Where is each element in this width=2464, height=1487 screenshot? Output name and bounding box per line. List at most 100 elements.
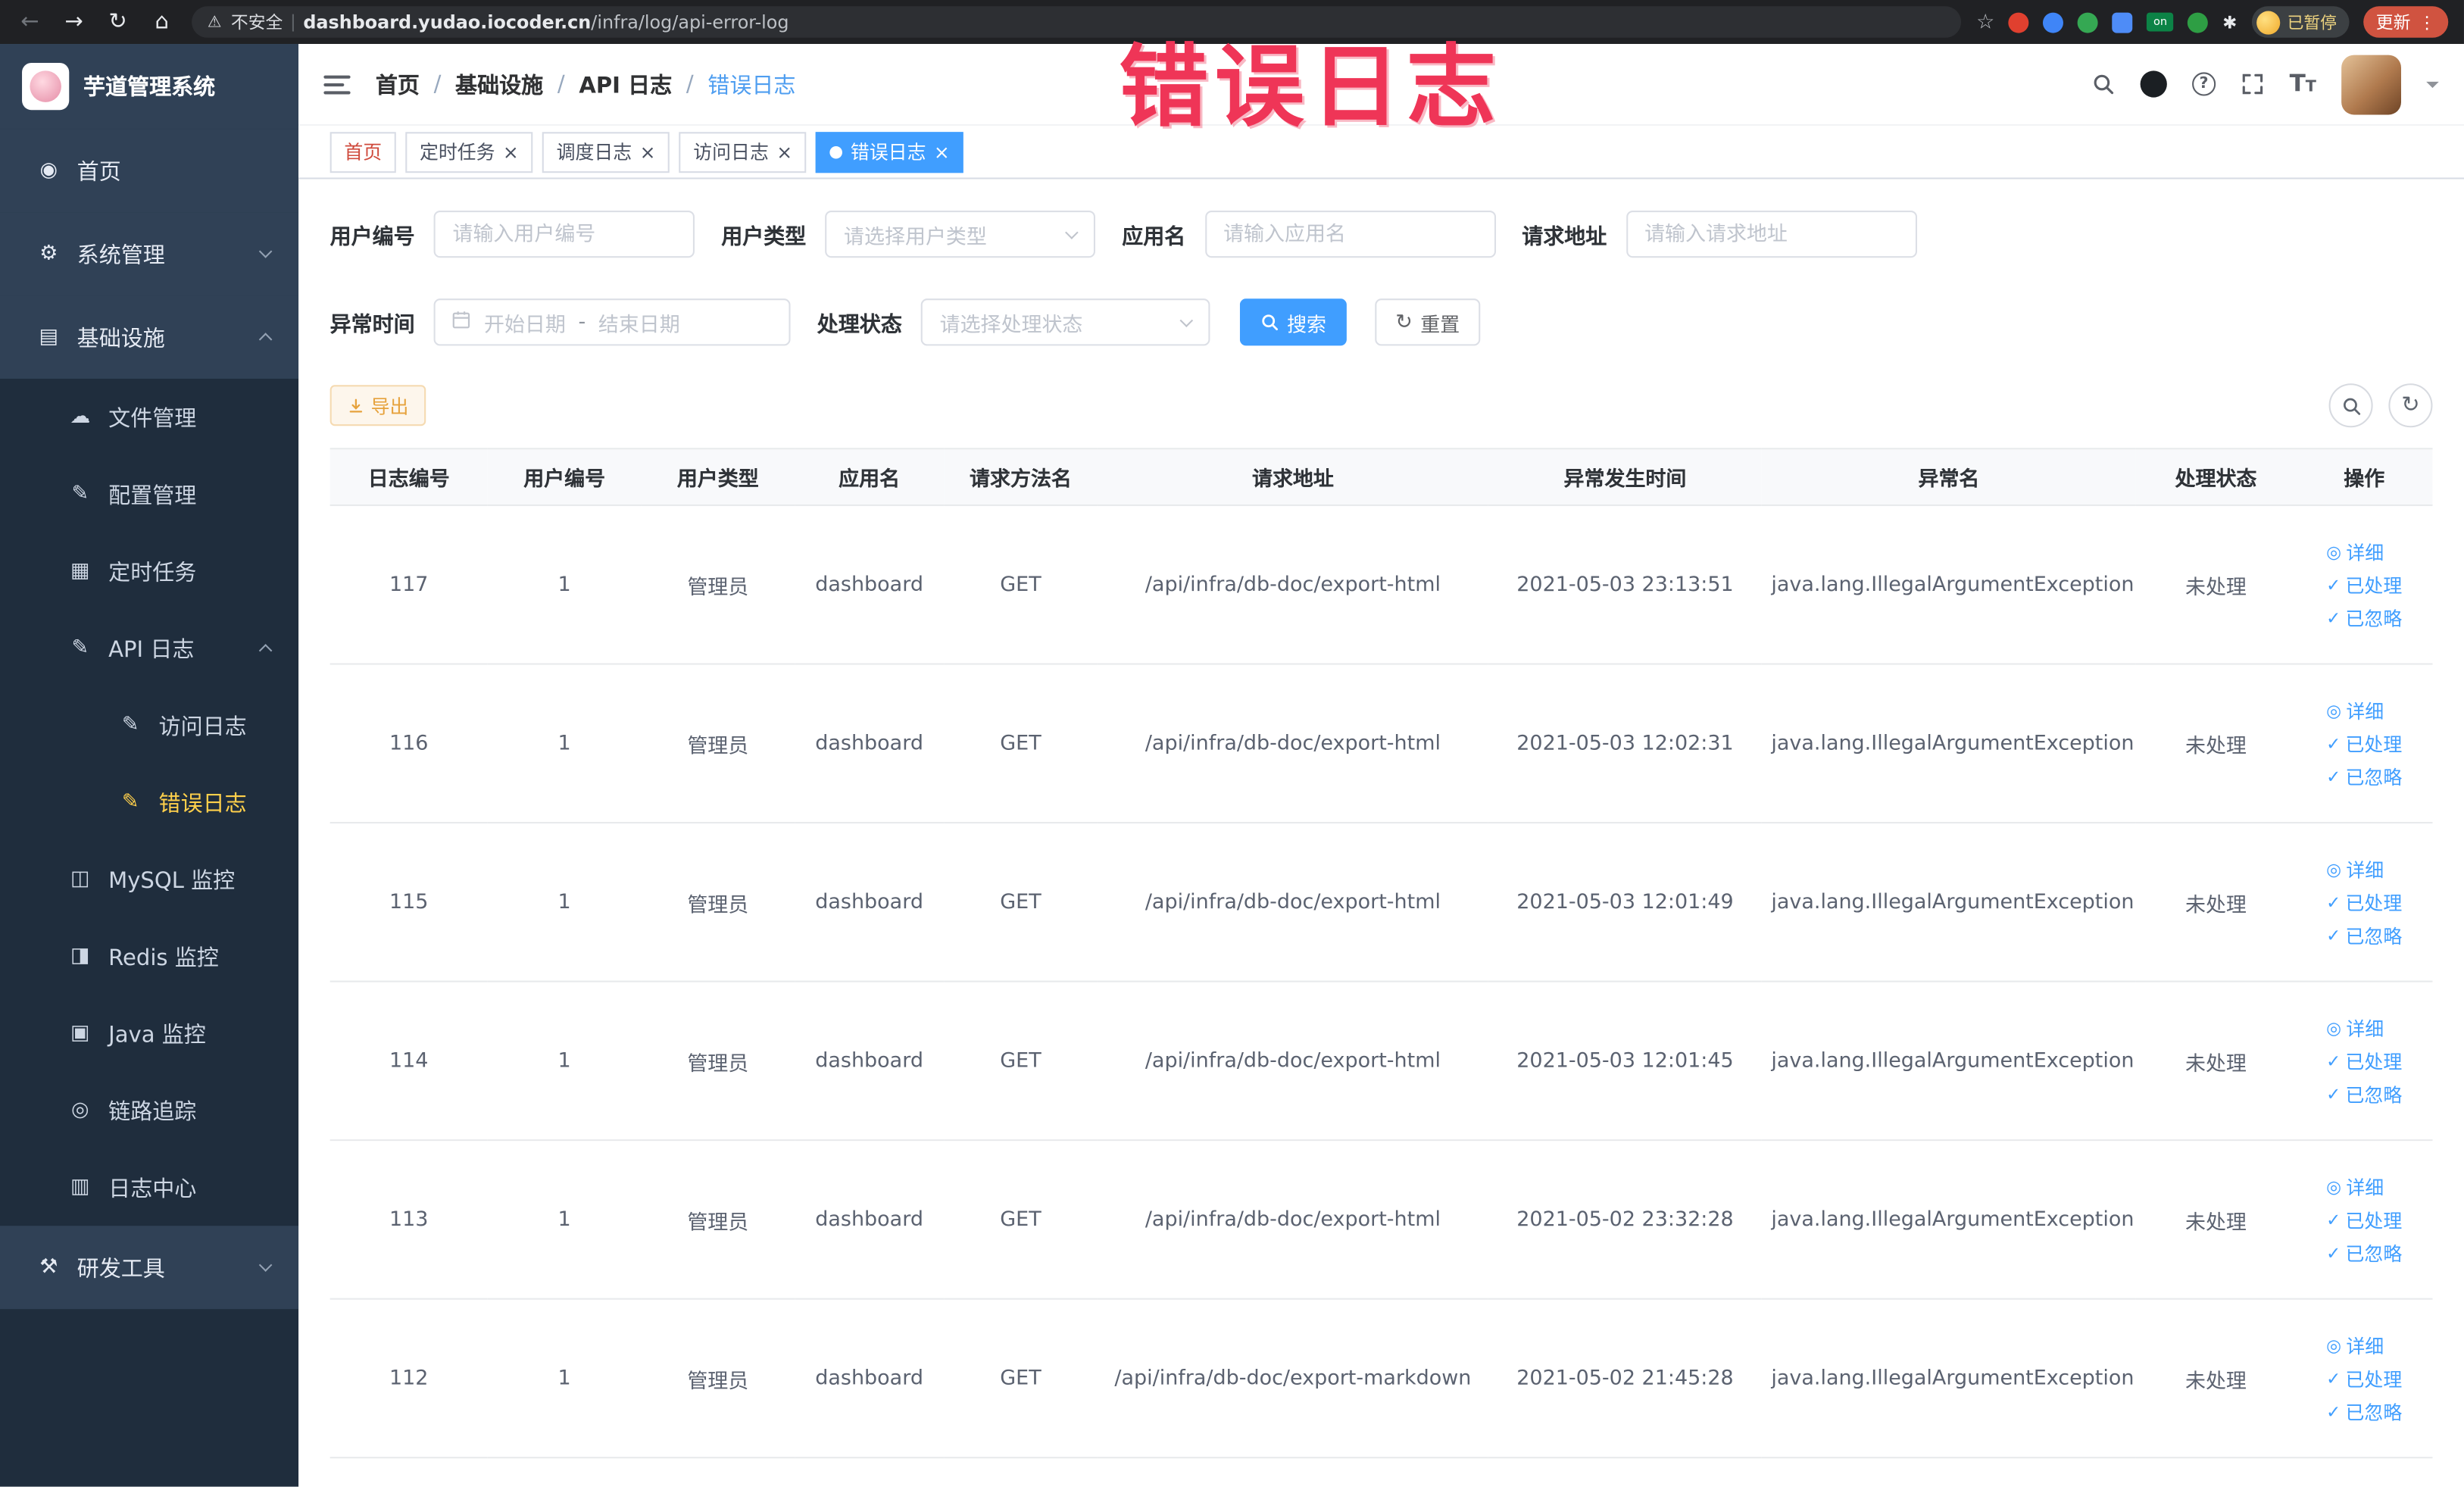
ignored-link[interactable]: ✓ 已忽略 [2326, 763, 2402, 789]
ignored-link[interactable]: ✓ 已忽略 [2326, 1080, 2402, 1107]
search-button[interactable]: 搜索 [1239, 298, 1347, 346]
close-tab-icon[interactable]: × [934, 142, 950, 161]
app-logo[interactable]: 芋道管理系统 [0, 44, 299, 130]
browser-update-button[interactable]: 更新 ⋮ [2363, 6, 2449, 38]
processed-link[interactable]: ✓ 已处理 [2326, 1206, 2402, 1232]
check-icon: ✓ [2326, 1367, 2341, 1389]
ignored-link[interactable]: ✓ 已忽略 [2326, 1239, 2402, 1266]
avatar-caret-icon[interactable] [2426, 80, 2439, 94]
task-list-icon: ▦ [70, 559, 90, 583]
user-id-input[interactable] [433, 210, 695, 258]
sidebar-item-log-center[interactable]: ▥ 日志中心 [0, 1149, 298, 1226]
extension-icon-blue-drop[interactable] [2043, 11, 2064, 33]
processed-link[interactable]: ✓ 已处理 [2326, 730, 2402, 757]
sidebar-item-file-management[interactable]: ☁ 文件管理 [0, 379, 298, 456]
tab-error-log[interactable]: 错误日志 × [816, 131, 964, 173]
toggle-search-button[interactable] [2328, 383, 2373, 428]
sidebar-item-config-management[interactable]: ✎ 配置管理 [0, 456, 298, 533]
request-url-input[interactable] [1625, 210, 1916, 258]
cell-method: GET [944, 823, 1098, 982]
refresh-table-button[interactable]: ↻ [2388, 383, 2433, 428]
github-icon[interactable] [2140, 70, 2167, 98]
url-text[interactable]: dashboard.yudao.iocoder.cn/infra/log/api… [303, 11, 789, 33]
extension-icon-on-badge[interactable]: on [2147, 12, 2174, 32]
search-icon[interactable] [2091, 72, 2115, 95]
export-button[interactable]: 导出 [329, 385, 426, 426]
detail-link[interactable]: ◎ 详细 [2326, 1332, 2384, 1358]
url-path: /infra/log/api-error-log [591, 11, 789, 33]
sidebar-item-infrastructure[interactable]: ▤ 基础设施 [0, 295, 299, 379]
extension-icon-green[interactable] [2078, 11, 2099, 33]
profile-paused-chip[interactable]: 已暂停 [2250, 6, 2350, 38]
app-name-input[interactable] [1204, 210, 1495, 258]
date-end-placeholder[interactable]: 结束日期 [598, 308, 680, 337]
sidebar-item-error-log[interactable]: ✎ 错误日志 [0, 764, 298, 841]
sidebar-item-label: 定时任务 [108, 560, 197, 586]
sidebar-item-system-management[interactable]: ⚙ 系统管理 [0, 212, 299, 296]
sidebar-item-access-log[interactable]: ✎ 访问日志 [0, 687, 298, 764]
tab-scheduled-tasks[interactable]: 定时任务 × [405, 131, 533, 173]
date-separator: - [578, 310, 586, 334]
close-tab-icon[interactable]: × [503, 142, 519, 161]
processed-link[interactable]: ✓ 已处理 [2326, 889, 2402, 915]
not-secure-label[interactable]: 不安全 [231, 9, 283, 34]
cell-log-id: 113 [329, 1140, 488, 1300]
close-tab-icon[interactable]: × [776, 142, 792, 161]
breadcrumb-home[interactable]: 首页 [376, 68, 420, 99]
chevron-down-icon [258, 245, 273, 258]
sidebar-item-mysql-monitor[interactable]: ◫ MySQL 监控 [0, 841, 298, 918]
ignored-link[interactable]: ✓ 已忽略 [2326, 922, 2402, 948]
processed-link[interactable]: ✓ 已处理 [2326, 571, 2402, 598]
forward-icon[interactable]: → [60, 11, 88, 33]
user-type-label: 用户类型 [721, 224, 807, 250]
breadcrumb-api-log[interactable]: API 日志 [579, 68, 672, 99]
reload-icon[interactable]: ↻ [104, 11, 132, 33]
date-range-input[interactable]: 开始日期 - 结束日期 [433, 298, 791, 346]
sidebar-item-api-log[interactable]: ✎ API 日志 [0, 610, 298, 687]
hamburger-icon[interactable] [323, 74, 351, 94]
tab-schedule-log[interactable]: 调度日志 × [542, 131, 670, 173]
sidebar-item-label: 研发工具 [77, 1256, 165, 1282]
process-status-select[interactable]: 请选择处理状态 [920, 298, 1210, 346]
help-icon[interactable]: ? [2191, 72, 2216, 96]
close-tab-icon[interactable]: × [640, 142, 656, 161]
date-start-placeholder[interactable]: 开始日期 [484, 308, 566, 337]
reset-button[interactable]: ↻ 重置 [1375, 298, 1481, 346]
ignored-link[interactable]: ✓ 已忽略 [2326, 1398, 2402, 1424]
bookmark-star-icon[interactable]: ☆ [1976, 10, 1994, 33]
back-icon[interactable]: ← [16, 11, 44, 33]
sidebar-item-dev-tools[interactable]: ⚒ 研发工具 [0, 1226, 299, 1310]
sidebar-item-java-monitor[interactable]: ▣ Java 监控 [0, 995, 298, 1072]
extension-icon-leaf[interactable] [2188, 11, 2209, 33]
extension-icon-pinwheel[interactable]: ✱ [2222, 12, 2237, 33]
search-icon [1262, 314, 1279, 331]
font-size-icon[interactable]: TT [2290, 71, 2316, 95]
avatar[interactable] [2341, 54, 2401, 114]
extension-icon-red[interactable] [2008, 11, 2029, 33]
sidebar-item-redis-monitor[interactable]: ◨ Redis 监控 [0, 918, 298, 995]
breadcrumb-separator: / [685, 71, 694, 97]
sidebar-item-trace[interactable]: ◎ 链路追踪 [0, 1072, 298, 1149]
detail-link[interactable]: ◎ 详细 [2326, 856, 2384, 883]
column-header-actions: 操作 [2295, 448, 2433, 507]
detail-link[interactable]: ◎ 详细 [2326, 697, 2384, 723]
tab-home[interactable]: 首页 [329, 131, 396, 173]
sidebar-item-scheduled-tasks[interactable]: ▦ 定时任务 [0, 533, 298, 610]
ignored-link[interactable]: ✓ 已忽略 [2326, 604, 2402, 631]
browser-menu-dots-icon[interactable]: ⋮ [2419, 12, 2436, 33]
user-type-select[interactable]: 请选择用户类型 [825, 210, 1095, 258]
extension-icon-blue-grid[interactable] [2112, 11, 2133, 33]
processed-link[interactable]: ✓ 已处理 [2326, 1048, 2402, 1074]
cell-method: GET [944, 505, 1098, 665]
tab-access-log[interactable]: 访问日志 × [679, 131, 807, 173]
fullscreen-icon[interactable] [2241, 72, 2264, 95]
detail-link[interactable]: ◎ 详细 [2326, 539, 2384, 565]
breadcrumb-infrastructure[interactable]: 基础设施 [455, 68, 543, 99]
sidebar-item-home[interactable]: ◉ 首页 [0, 129, 299, 213]
detail-link[interactable]: ◎ 详细 [2326, 1173, 2384, 1200]
processed-link[interactable]: ✓ 已处理 [2326, 1365, 2402, 1392]
detail-link[interactable]: ◎ 详细 [2326, 1014, 2384, 1041]
address-bar[interactable]: ⚠ 不安全 dashboard.yudao.iocoder.cn/infra/l… [192, 6, 1961, 38]
browser-home-icon[interactable]: ⌂ [148, 11, 176, 33]
error-log-table: 日志编号 用户编号 用户类型 应用名 请求方法名 请求地址 异常发生时间 异常名… [329, 448, 2433, 1459]
